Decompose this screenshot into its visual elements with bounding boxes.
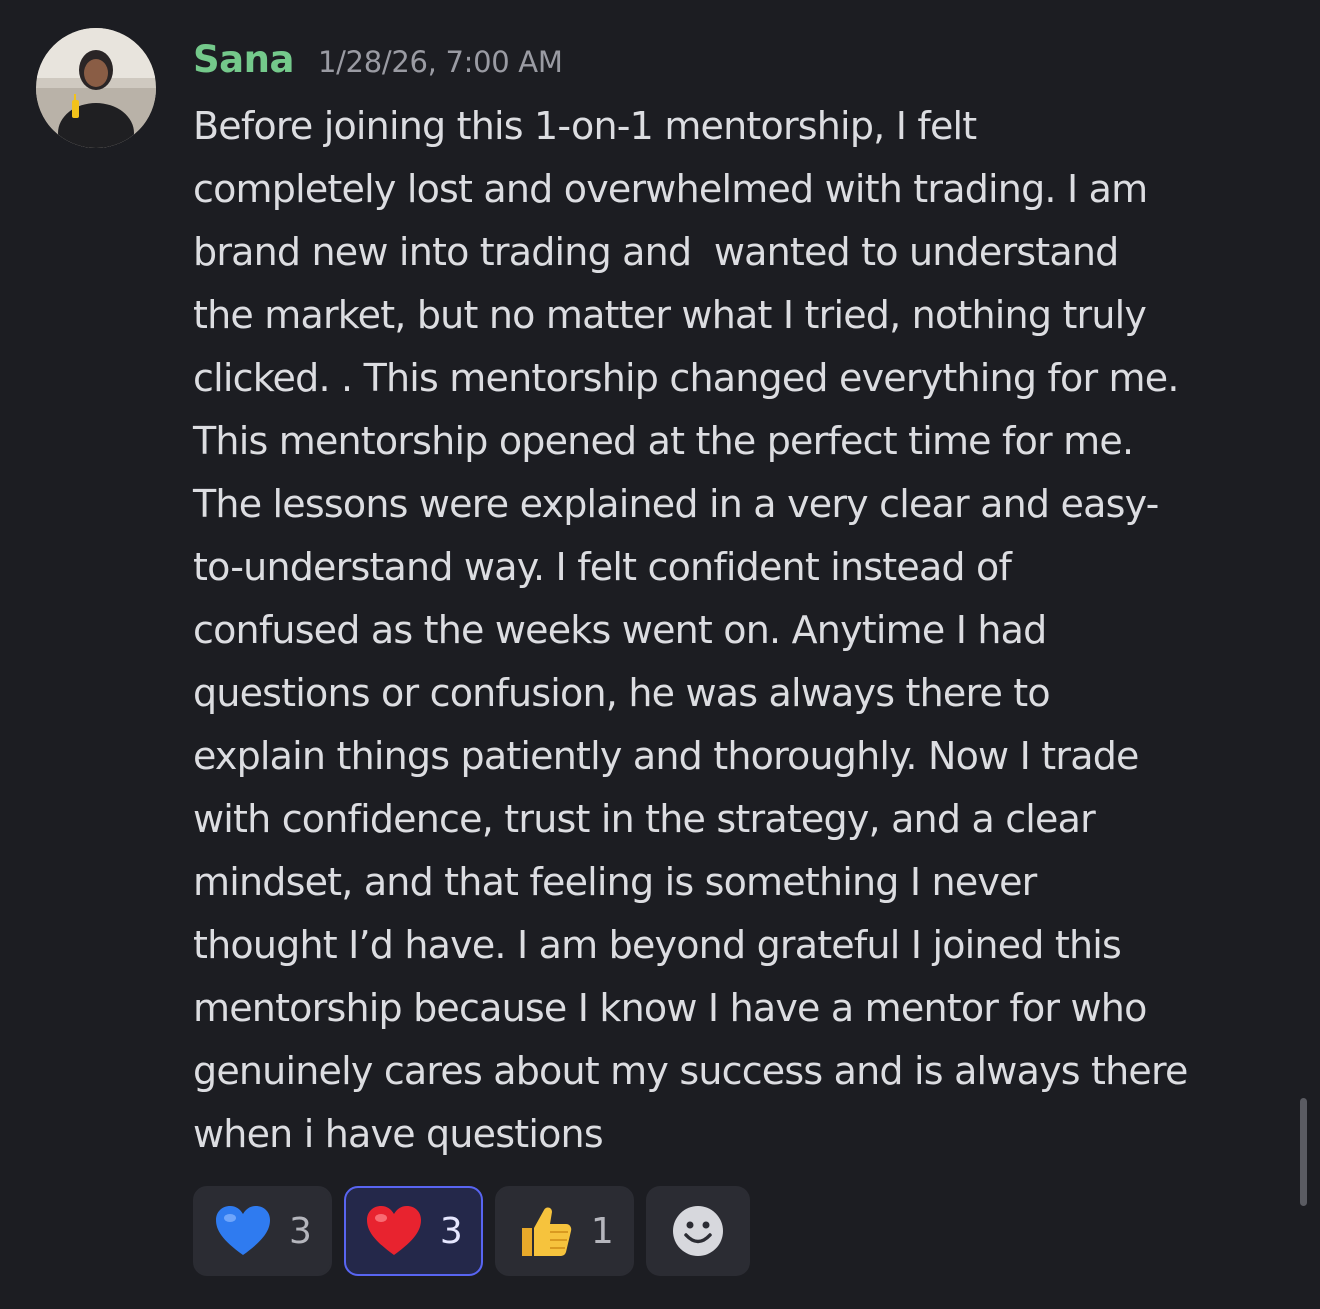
reaction-count: 3 bbox=[439, 1210, 463, 1252]
reactions-bar: 3 3 1 bbox=[193, 1186, 750, 1276]
reaction-count: 3 bbox=[289, 1210, 312, 1252]
message-text-line: completely lost and overwhelmed with tra… bbox=[193, 167, 1148, 211]
avatar-photo bbox=[36, 28, 156, 148]
scrollbar-thumb[interactable] bbox=[1300, 1098, 1307, 1206]
reaction-red-heart[interactable]: 3 bbox=[343, 1186, 483, 1276]
blue-heart-icon bbox=[213, 1201, 273, 1261]
message-text-line: mindset, and that feeling is something I… bbox=[193, 860, 1037, 904]
timestamp: 1/28/26, 7:00 AM bbox=[317, 45, 563, 79]
message-text-line: thought I’d have. I am beyond grateful I… bbox=[193, 923, 1122, 967]
red-heart-icon bbox=[364, 1201, 424, 1261]
message-text-line: Before joining this 1-on-1 mentorship, I… bbox=[193, 104, 977, 148]
message-text-line: questions or confusion, he was always th… bbox=[193, 671, 1051, 715]
message-text-line: to-understand way. I felt confident inst… bbox=[193, 545, 1012, 589]
add-reaction-button[interactable] bbox=[645, 1186, 750, 1276]
message-text-line: when i have questions bbox=[193, 1112, 604, 1156]
message-text-line: confused as the weeks went on. Anytime I… bbox=[193, 608, 1047, 652]
message-text-line: mentorship because I know I have a mento… bbox=[193, 986, 1147, 1030]
username[interactable]: Sana bbox=[193, 38, 294, 81]
thumbs-up-icon bbox=[515, 1201, 575, 1261]
message-text-line: The lessons were explained in a very cle… bbox=[193, 482, 1159, 526]
message-text-line: with confidence, trust in the strategy, … bbox=[193, 797, 1096, 841]
message-text-line: brand new into trading and wanted to und… bbox=[193, 230, 1119, 274]
message-text-line: clicked. . This mentorship changed every… bbox=[193, 356, 1179, 400]
reaction-count: 1 bbox=[590, 1210, 614, 1252]
reaction-thumbs-up[interactable]: 1 bbox=[494, 1186, 634, 1276]
message-text-line: explain things patiently and thoroughly.… bbox=[193, 734, 1139, 778]
smiley-add-reaction-icon bbox=[672, 1206, 723, 1256]
reaction-blue-heart[interactable]: 3 bbox=[193, 1186, 332, 1276]
message-text-line: This mentorship opened at the perfect ti… bbox=[193, 419, 1134, 463]
avatar[interactable] bbox=[36, 28, 156, 148]
message-header: Sana 1/28/26, 7:00 AM bbox=[193, 38, 563, 88]
message-content: Before joining this 1-on-1 mentorship, I… bbox=[193, 95, 1283, 1166]
message-text-line: genuinely cares about my success and is … bbox=[193, 1049, 1188, 1093]
chat-message: Sana 1/28/26, 7:00 AM Before joining thi… bbox=[0, 0, 1320, 1309]
message-text-line: the market, but no matter what I tried, … bbox=[193, 293, 1147, 337]
